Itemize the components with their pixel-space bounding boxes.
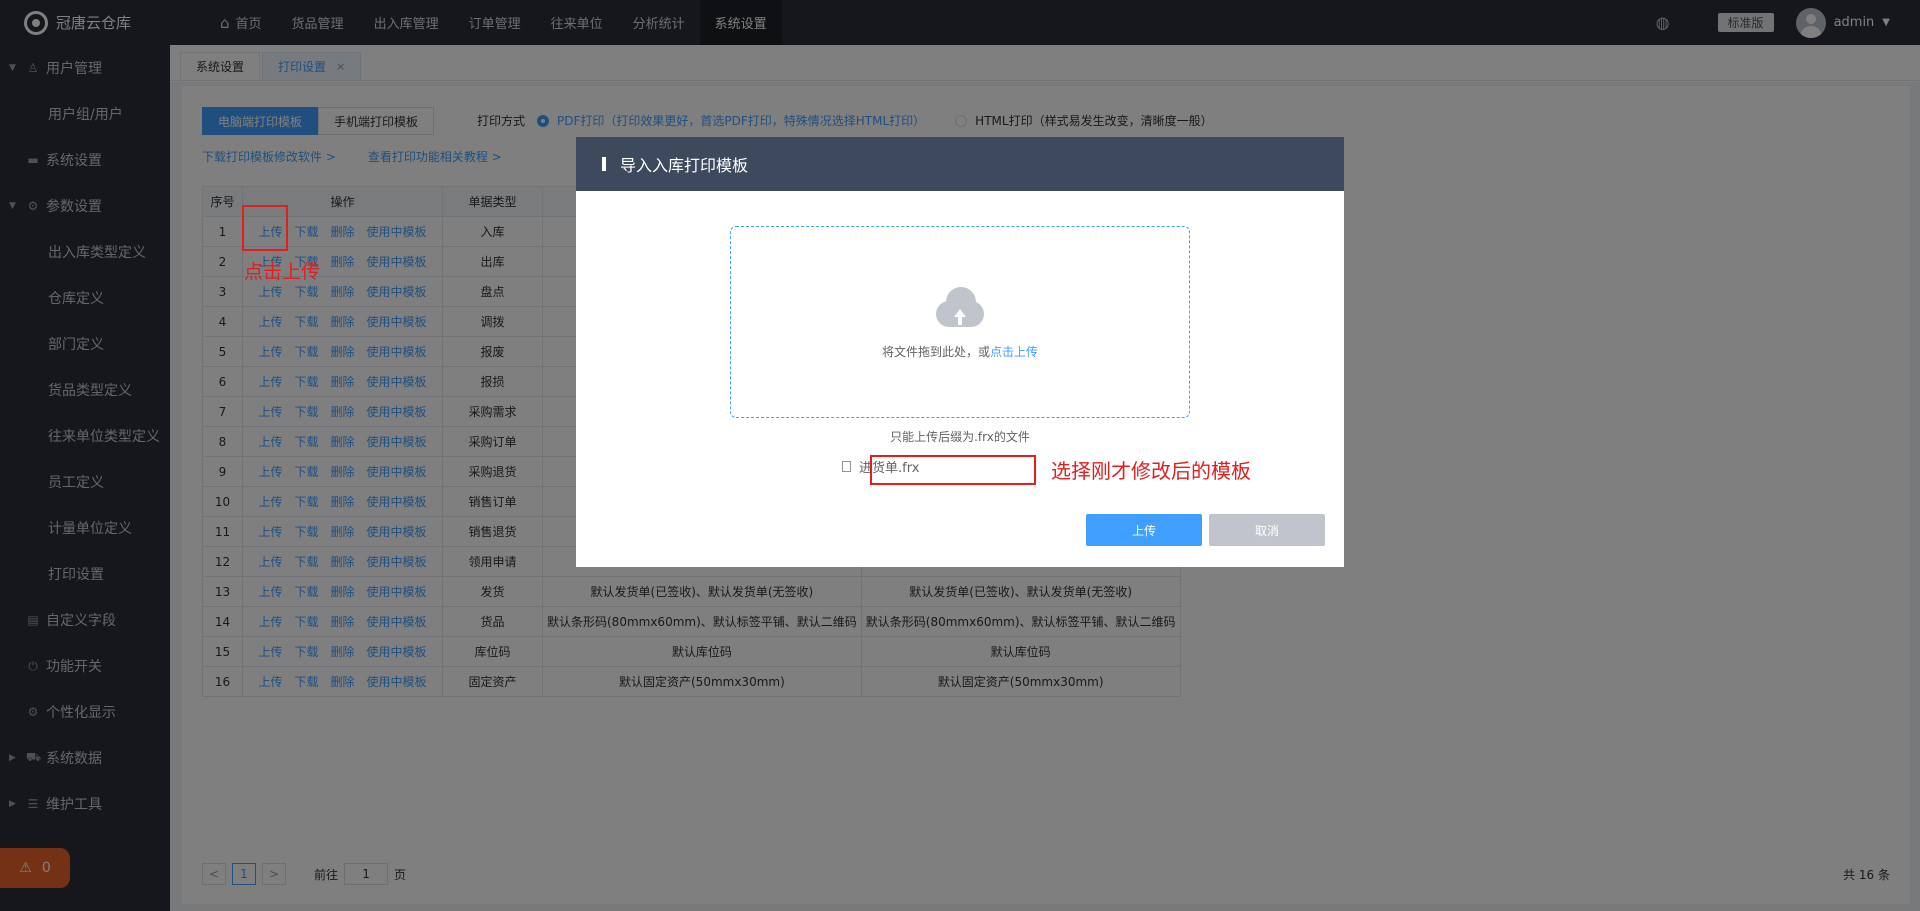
import-template-dialog: 导入入库打印模板 将文件拖到此处，或点击上传 只能上传后缀为.frx的文件 进货… xyxy=(576,137,1344,567)
annotation-click-upload: 点击上传 xyxy=(244,261,321,283)
upload-button[interactable]: 上传 xyxy=(1086,514,1202,546)
drop-instruction: 将文件拖到此处，或 xyxy=(881,344,990,359)
cancel-button[interactable]: 取消 xyxy=(1209,514,1325,546)
file-icon xyxy=(842,461,851,472)
cloud-upload-icon xyxy=(930,285,990,329)
dropzone-text: 将文件拖到此处，或点击上传 xyxy=(882,343,1038,360)
title-bar-icon xyxy=(602,157,606,171)
upload-tip: 只能上传后缀为.frx的文件 xyxy=(890,430,1030,444)
click-upload-link[interactable]: 点击上传 xyxy=(990,345,1038,359)
annotation-box-upload xyxy=(242,205,288,251)
annotation-box-file xyxy=(870,455,1036,485)
upload-dropzone[interactable]: 将文件拖到此处，或点击上传 xyxy=(730,226,1190,418)
dialog-title: 导入入库打印模板 xyxy=(620,156,749,175)
dialog-header: 导入入库打印模板 xyxy=(576,137,1344,191)
annotation-select-template: 选择刚才修改后的模板 xyxy=(1051,459,1251,483)
